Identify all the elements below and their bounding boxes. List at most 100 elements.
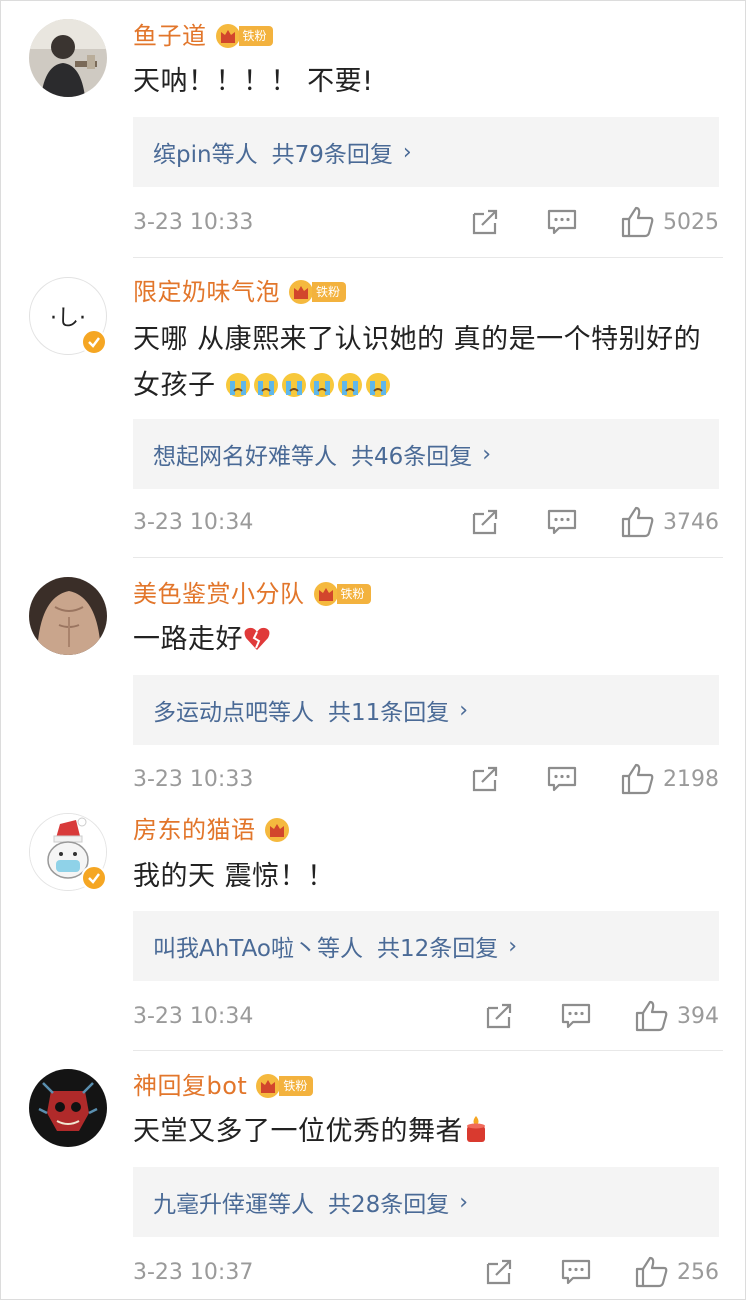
reply-count[interactable]: 共11条回复 bbox=[328, 693, 449, 727]
fan-badge-label: 铁粉 bbox=[312, 282, 347, 302]
like-icon bbox=[621, 763, 654, 795]
username[interactable]: 神回复bot bbox=[133, 1069, 247, 1103]
cry-emoji-icon bbox=[225, 373, 250, 397]
cry-emoji-icon bbox=[365, 373, 390, 397]
comment-button[interactable] bbox=[561, 1002, 591, 1030]
cry-emoji-icon bbox=[337, 373, 362, 397]
fan-badge: 铁粉 bbox=[215, 23, 273, 49]
verified-icon bbox=[81, 329, 107, 355]
reply-users[interactable]: 缤pin等人 bbox=[153, 135, 258, 169]
comment-text-content: 天堂又多了一位优秀的舞者 bbox=[133, 1116, 463, 1147]
like-count: 5025 bbox=[663, 209, 719, 235]
comment-header: 美色鉴赏小分队 铁粉 bbox=[133, 577, 371, 611]
comment-button[interactable] bbox=[547, 765, 577, 793]
share-button[interactable] bbox=[471, 509, 499, 535]
like-count: 256 bbox=[677, 1259, 719, 1285]
comment-text: 天呐！！！！ 不要! bbox=[133, 66, 374, 97]
like-count: 3746 bbox=[663, 509, 719, 535]
comment-header: 房东的猫语 bbox=[133, 813, 292, 847]
comment-text: 我的天 震惊！！ bbox=[133, 861, 335, 892]
reply-summary[interactable]: 九毫升倖運等人 共28条回复 › bbox=[133, 1167, 719, 1237]
like-count: 394 bbox=[677, 1003, 719, 1029]
reply-users[interactable]: 想起网名好难等人 bbox=[153, 437, 337, 471]
username[interactable]: 限定奶味气泡 bbox=[133, 275, 280, 309]
verified-icon bbox=[81, 865, 107, 891]
like-button[interactable]: 5025 bbox=[621, 206, 719, 238]
reply-summary[interactable]: 缤pin等人 共79条回复 › bbox=[133, 117, 719, 187]
reply-summary[interactable]: 想起网名好难等人 共46条回复 › bbox=[133, 419, 719, 489]
like-button[interactable]: 394 bbox=[635, 1000, 719, 1032]
like-icon bbox=[635, 1256, 668, 1288]
fan-badge-label: 铁粉 bbox=[279, 1076, 314, 1096]
comment-button[interactable] bbox=[547, 208, 577, 236]
reply-count[interactable]: 共12条回复 bbox=[377, 929, 498, 963]
reply-users[interactable]: 九毫升倖運等人 bbox=[153, 1185, 314, 1219]
reply-users[interactable]: 多运动点吧等人 bbox=[153, 693, 314, 727]
avatar[interactable] bbox=[29, 577, 107, 655]
comment-meta: 3-23 10:33 2198 bbox=[133, 762, 719, 796]
like-button[interactable]: 256 bbox=[635, 1256, 719, 1288]
comment-button[interactable] bbox=[547, 508, 577, 536]
timestamp: 3-23 10:33 bbox=[133, 209, 254, 235]
comment-list: 鱼子道 铁粉 天呐！！！！ 不要! 缤pin等人 共79条回复 › 3-23 1… bbox=[0, 0, 746, 1300]
cry-emoji-icon bbox=[253, 373, 278, 397]
comment-icon bbox=[547, 509, 577, 535]
comment-header: 鱼子道 铁粉 bbox=[133, 19, 273, 53]
share-button[interactable] bbox=[485, 1003, 513, 1029]
comment-header: 神回复bot 铁粉 bbox=[133, 1069, 314, 1103]
reply-summary[interactable]: 多运动点吧等人 共11条回复 › bbox=[133, 675, 719, 745]
like-icon bbox=[635, 1000, 668, 1032]
timestamp: 3-23 10:34 bbox=[133, 509, 254, 535]
like-button[interactable]: 3746 bbox=[621, 506, 719, 538]
cry-emoji-icon bbox=[309, 373, 334, 397]
share-icon bbox=[486, 1259, 512, 1285]
candle-emoji-icon bbox=[467, 1116, 485, 1142]
timestamp: 3-23 10:33 bbox=[133, 766, 254, 792]
avatar-face-text: ·し· bbox=[50, 306, 86, 331]
reply-users[interactable]: 叫我AhTAo啦丶等人 bbox=[153, 929, 363, 963]
fan-badge: 铁粉 bbox=[313, 581, 371, 607]
reply-count[interactable]: 共79条回复 bbox=[272, 135, 393, 169]
username[interactable]: 鱼子道 bbox=[133, 19, 207, 53]
emoji-group bbox=[216, 370, 393, 401]
fan-badge-label: 铁粉 bbox=[238, 26, 273, 46]
reply-count[interactable]: 共46条回复 bbox=[351, 437, 472, 471]
like-count: 2198 bbox=[663, 766, 719, 792]
share-button[interactable] bbox=[471, 766, 499, 792]
username[interactable]: 美色鉴赏小分队 bbox=[133, 577, 305, 611]
comment-header: 限定奶味气泡 铁粉 bbox=[133, 275, 347, 309]
share-icon bbox=[472, 209, 498, 235]
fan-badge: 铁粉 bbox=[255, 1073, 314, 1099]
like-icon bbox=[621, 206, 654, 238]
like-button[interactable]: 2198 bbox=[621, 763, 719, 795]
comment-icon bbox=[561, 1259, 591, 1285]
comment-icon bbox=[547, 209, 577, 235]
comment-meta: 3-23 10:34 3746 bbox=[133, 505, 719, 539]
chevron-right-icon: › bbox=[508, 933, 518, 959]
cry-emoji-icon bbox=[281, 373, 306, 397]
chevron-right-icon: › bbox=[459, 697, 469, 723]
username[interactable]: 房东的猫语 bbox=[133, 813, 256, 847]
avatar[interactable] bbox=[29, 1069, 107, 1147]
share-icon bbox=[472, 509, 498, 535]
timestamp: 3-23 10:37 bbox=[133, 1259, 254, 1285]
comment-text: 天哪 从康熙来了认识她的 真的是一个特别好的女孩子 bbox=[133, 317, 707, 409]
avatar[interactable] bbox=[29, 19, 107, 97]
comment-icon bbox=[561, 1003, 591, 1029]
comment-button[interactable] bbox=[561, 1258, 591, 1286]
like-icon bbox=[621, 506, 654, 538]
broken-heart-emoji-icon bbox=[244, 627, 270, 650]
chevron-right-icon: › bbox=[402, 139, 412, 165]
chevron-right-icon: › bbox=[459, 1189, 469, 1215]
share-icon bbox=[472, 766, 498, 792]
share-button[interactable] bbox=[471, 209, 499, 235]
comment-icon bbox=[547, 766, 577, 792]
share-button[interactable] bbox=[485, 1259, 513, 1285]
divider bbox=[133, 257, 723, 258]
reply-count[interactable]: 共28条回复 bbox=[328, 1185, 449, 1219]
divider bbox=[133, 1050, 723, 1051]
fan-badge-label: 铁粉 bbox=[336, 584, 371, 604]
comment-meta: 3-23 10:37 256 bbox=[133, 1255, 719, 1289]
reply-summary[interactable]: 叫我AhTAo啦丶等人 共12条回复 › bbox=[133, 911, 719, 981]
divider bbox=[133, 557, 723, 558]
